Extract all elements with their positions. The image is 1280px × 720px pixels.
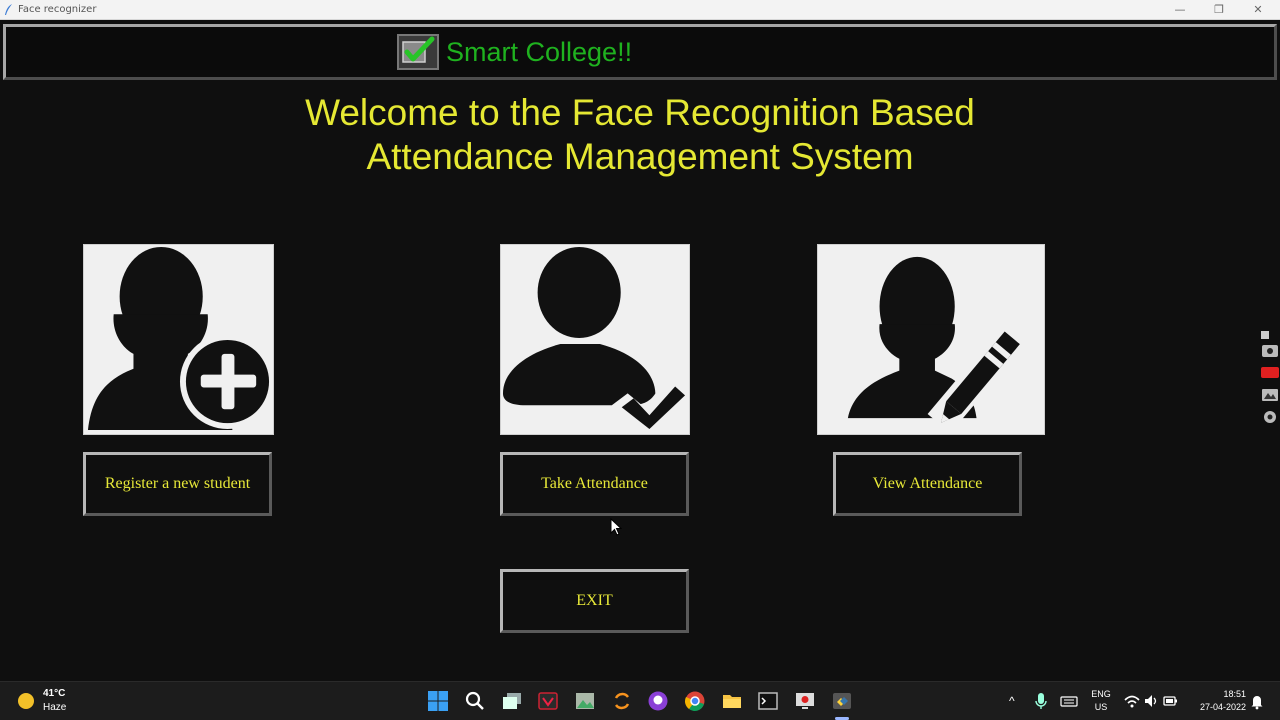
checkbox-check-icon [397,34,439,70]
pin-icon [1261,331,1269,339]
weather-sun-icon[interactable] [18,693,34,709]
windows-start-icon[interactable] [427,690,449,712]
minimize-button[interactable]: — [1162,2,1198,18]
image-icon [1262,389,1278,401]
feather-icon [5,4,12,15]
take-attendance-button[interactable]: Take Attendance [500,452,689,516]
chrome-icon[interactable] [684,690,706,712]
microphone-icon[interactable] [1033,690,1049,712]
sync-app-icon[interactable] [611,690,633,712]
record-icon [1261,367,1279,378]
welcome-heading-line1: Welcome to the Face Recognition Based [305,92,975,133]
volume-icon[interactable] [1143,690,1159,712]
language-code[interactable]: ENG [1089,689,1113,699]
weather-description[interactable]: Haze [43,702,66,713]
weather-temperature[interactable]: 41°C [43,688,65,699]
user-add-icon[interactable] [83,244,274,435]
user-check-icon[interactable] [500,244,690,435]
user-edit-icon[interactable] [817,244,1045,435]
task-view-icon[interactable] [501,690,523,712]
photos-app-icon[interactable] [574,690,596,712]
header-bar: Smart College!! [3,24,1277,80]
wifi-icon[interactable] [1123,690,1141,712]
app-window: Smart College!! Welcome to the Face Reco… [0,20,1280,681]
notification-bell-icon[interactable] [1250,690,1264,712]
mouse-cursor-icon [610,518,622,536]
register-student-button[interactable]: Register a new student [83,452,272,516]
screen-recorder-toolbar [1259,331,1280,427]
file-explorer-icon[interactable] [721,690,743,712]
clock-date[interactable]: 27-04-2022 [1186,702,1246,712]
github-icon[interactable] [647,690,669,712]
screen-recorder-icon[interactable] [794,690,816,712]
search-icon[interactable] [464,690,486,712]
brand-title: Smart College!! [446,37,633,67]
restore-button[interactable]: ❐ [1201,2,1237,18]
window-titlebar: Face recognizer — ❐ ✕ [0,0,1280,20]
close-button[interactable]: ✕ [1240,2,1276,18]
window-title: Face recognizer [18,4,97,15]
region-code[interactable]: US [1089,702,1113,712]
terminal-icon[interactable] [757,690,779,712]
python-app-icon[interactable] [831,690,853,712]
keyboard-icon[interactable] [1060,690,1078,712]
welcome-heading-line2: Attendance Management System [366,136,914,177]
exit-button[interactable]: EXIT [500,569,689,633]
clock-time[interactable]: 18:51 [1196,689,1246,699]
chevron-up-icon[interactable]: ^ [1009,694,1015,708]
app-icon-red[interactable] [537,690,559,712]
taskbar: 41°C Haze ^ ENG US 18:51 27-04-2022 [0,681,1280,720]
view-attendance-button[interactable]: View Attendance [833,452,1022,516]
battery-icon[interactable] [1162,690,1178,712]
